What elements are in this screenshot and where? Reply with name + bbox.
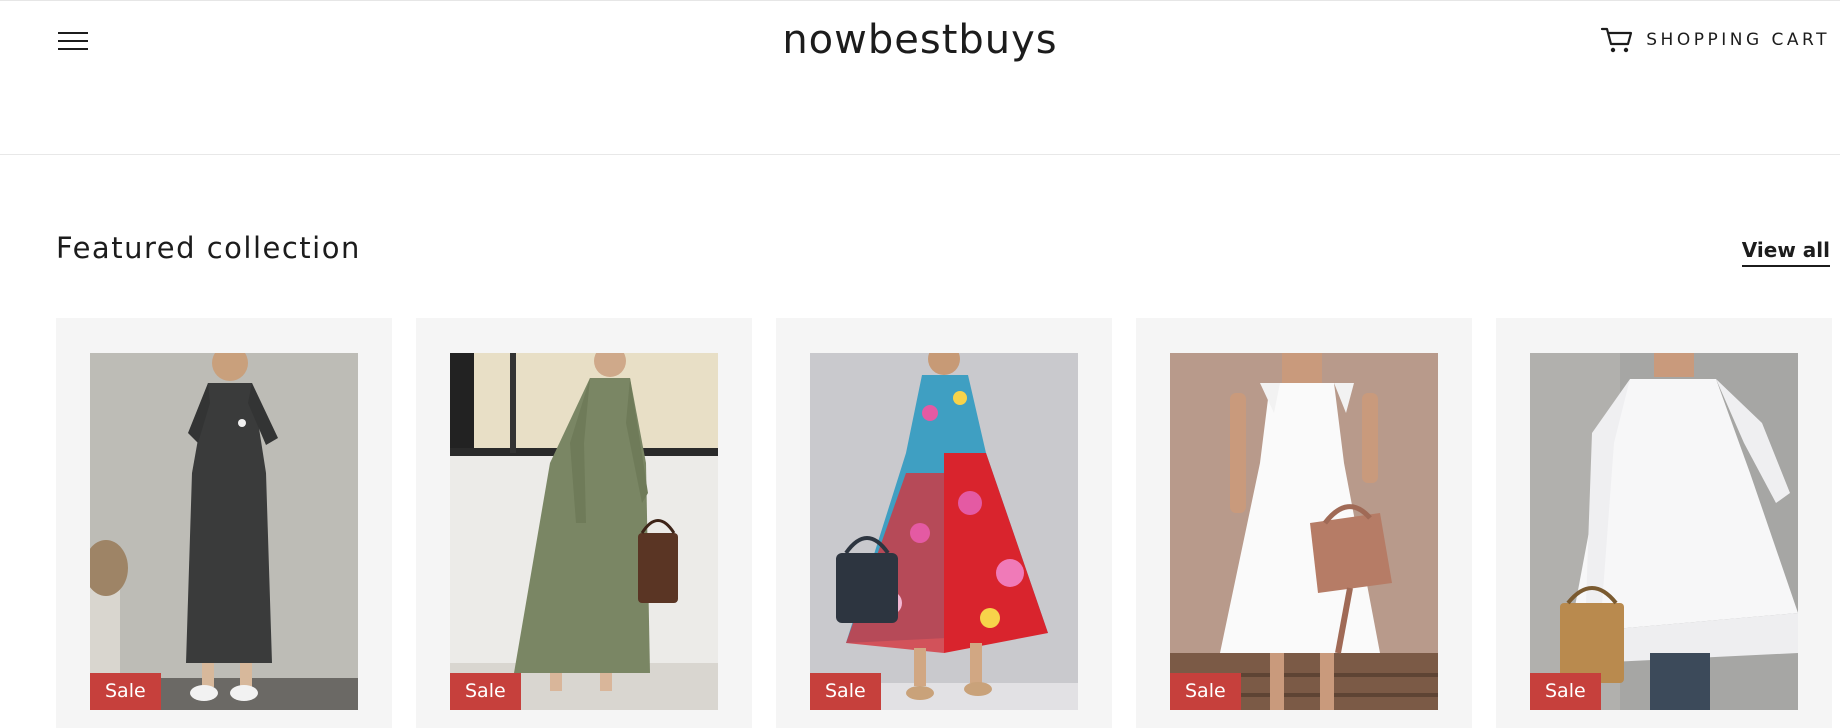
section-title: Featured collection xyxy=(56,231,361,265)
sale-badge: Sale xyxy=(450,673,521,710)
product-card[interactable]: Sale xyxy=(416,318,752,728)
view-all-link[interactable]: View all xyxy=(1741,238,1830,267)
site-logo[interactable]: nowbestbuys xyxy=(0,17,1840,63)
sale-badge: Sale xyxy=(810,673,881,710)
cart-label: SHOPPING CART xyxy=(1646,30,1830,50)
sale-badge: Sale xyxy=(1170,673,1241,710)
site-header: nowbestbuys SHOPPING CART xyxy=(0,1,1840,155)
product-image[interactable] xyxy=(1170,353,1438,710)
product-grid: Sale Sale Sale Sale Sale xyxy=(56,318,1840,728)
product-image[interactable] xyxy=(810,353,1078,710)
product-card[interactable]: Sale xyxy=(56,318,392,728)
shopping-cart-link[interactable]: SHOPPING CART xyxy=(1600,25,1830,55)
product-card[interactable]: Sale xyxy=(776,318,1112,728)
sale-badge: Sale xyxy=(90,673,161,710)
product-card[interactable]: Sale xyxy=(1136,318,1472,728)
cart-icon xyxy=(1601,27,1633,53)
product-image[interactable] xyxy=(90,353,358,710)
product-image[interactable] xyxy=(450,353,718,710)
product-image[interactable] xyxy=(1530,353,1798,710)
store-page: nowbestbuys SHOPPING CART Featured colle… xyxy=(0,0,1840,728)
sale-badge: Sale xyxy=(1530,673,1601,710)
product-card[interactable]: Sale xyxy=(1496,318,1832,728)
